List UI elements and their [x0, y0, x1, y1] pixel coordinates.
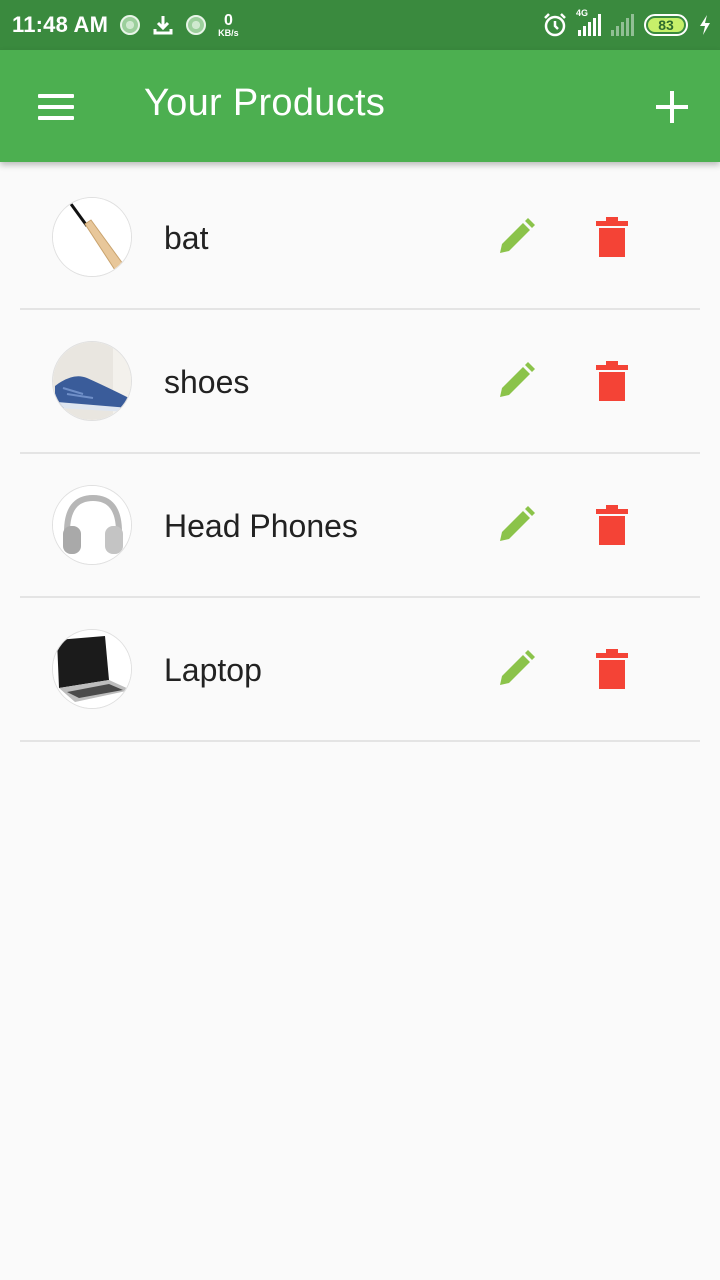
menu-button[interactable]: [38, 94, 74, 120]
menu-icon-line: [38, 94, 74, 98]
product-row[interactable]: bat: [20, 166, 700, 310]
product-name: Head Phones: [164, 508, 358, 544]
edit-icon[interactable]: [496, 649, 536, 689]
product-row[interactable]: Laptop: [20, 598, 700, 742]
battery-icon: 83: [644, 14, 688, 36]
edit-icon[interactable]: [496, 505, 536, 545]
menu-icon-line: [38, 105, 74, 109]
product-name: shoes: [164, 364, 250, 400]
alarm-icon: [544, 13, 566, 37]
add-product-button[interactable]: [656, 91, 688, 123]
product-image-shoes: [52, 341, 132, 421]
download-icon: [153, 16, 173, 35]
page-title: Your Products: [144, 82, 386, 124]
product-image-headphones: [52, 485, 132, 565]
product-name: bat: [164, 220, 209, 256]
app-notification-icon: [186, 15, 207, 35]
battery-level: 83: [658, 17, 674, 33]
delete-icon[interactable]: [596, 217, 628, 257]
signal-icon: 4G: [576, 8, 601, 36]
status-time: 11:48 AM: [12, 12, 109, 37]
status-bar: 11:48 AM 0 KB/s 4G 83: [0, 0, 720, 50]
app-notification-icon: [120, 15, 141, 35]
network-speed-value: 0: [223, 11, 233, 29]
menu-icon-line: [38, 116, 74, 120]
network-speed: 0 KB/s: [218, 11, 239, 38]
product-list: bat shoes Head Phones Laptop: [20, 166, 700, 742]
product-name: Laptop: [164, 652, 262, 688]
product-row[interactable]: Head Phones: [20, 454, 700, 598]
delete-icon[interactable]: [596, 505, 628, 545]
charging-icon: [700, 15, 710, 35]
signal-icon-no-service: [611, 14, 634, 36]
edit-icon[interactable]: [496, 217, 536, 257]
product-image-laptop: [52, 629, 132, 709]
network-speed-unit: KB/s: [218, 27, 239, 38]
product-row[interactable]: shoes: [20, 310, 700, 454]
edit-icon[interactable]: [496, 361, 536, 401]
app-bar: Your Products: [0, 50, 720, 162]
product-image-bat: [52, 197, 132, 277]
delete-icon[interactable]: [596, 649, 628, 689]
delete-icon[interactable]: [596, 361, 628, 401]
network-type: 4G: [576, 8, 589, 18]
